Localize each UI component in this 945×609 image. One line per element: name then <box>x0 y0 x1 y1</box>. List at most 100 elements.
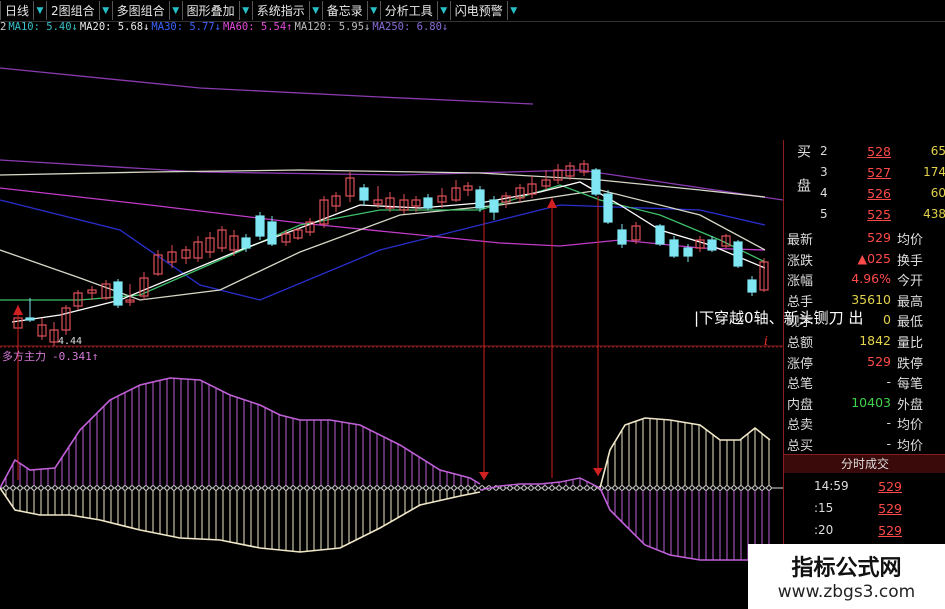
zero-marker <box>171 485 177 491</box>
zero-marker <box>304 485 310 491</box>
quote-label-2: 每笔 <box>897 377 924 393</box>
zero-marker <box>185 485 191 491</box>
ma-line <box>0 67 534 105</box>
zero-marker <box>696 485 702 491</box>
quote-label-2: 外盘 <box>897 397 924 413</box>
quote-row: 最新 529 均价 <box>784 228 945 248</box>
zero-marker <box>269 485 275 491</box>
candle-body <box>617 229 627 245</box>
quote-row: 总笔 - 每笔 <box>784 372 945 392</box>
zero-marker <box>381 485 387 491</box>
zero-marker <box>437 485 443 491</box>
quote-label-2: 跌停 <box>897 356 924 372</box>
orderbook-row[interactable]: 4 526 60 <box>784 184 945 204</box>
zero-marker <box>318 485 324 491</box>
zero-marker <box>465 485 471 491</box>
orderbook-price: 525 <box>867 207 891 222</box>
quote-label-2: 今开 <box>897 274 924 290</box>
zero-marker <box>731 485 737 491</box>
orderbook-row[interactable]: 2 528 65 <box>784 142 945 162</box>
zero-marker <box>24 485 30 491</box>
zero-marker <box>423 485 429 491</box>
zero-marker <box>577 485 583 491</box>
zero-marker <box>654 485 660 491</box>
zero-marker <box>542 485 548 491</box>
quote-value: 529 <box>867 230 891 245</box>
orderbook-row[interactable]: 3 527 174 <box>784 163 945 183</box>
zero-marker <box>395 485 401 491</box>
orderbook-price: 526 <box>867 186 891 201</box>
arrow-down-icon <box>479 472 489 480</box>
zero-marker <box>472 485 478 491</box>
zero-marker <box>122 485 128 491</box>
quote-label: 总卖 <box>787 418 814 434</box>
quote-label: 最新 <box>787 233 814 248</box>
zero-marker <box>262 485 268 491</box>
candle-body <box>591 169 601 195</box>
zero-marker <box>535 485 541 491</box>
tick-price: 529 <box>878 523 902 538</box>
zero-marker <box>640 485 646 491</box>
zero-marker <box>80 485 86 491</box>
quote-row: 总卖 - 均价 <box>784 413 945 433</box>
zero-marker <box>388 485 394 491</box>
zero-marker <box>325 485 331 491</box>
zero-marker <box>416 485 422 491</box>
zero-marker <box>444 485 450 491</box>
zero-marker <box>129 485 135 491</box>
zero-marker <box>668 485 674 491</box>
zero-marker <box>227 485 233 491</box>
zero-marker <box>507 485 513 491</box>
zero-marker <box>255 485 261 491</box>
zero-marker <box>549 485 555 491</box>
zero-marker <box>528 485 534 491</box>
quote-value: 529 <box>867 353 891 369</box>
quote-value: 35610 <box>851 291 891 307</box>
candle-body <box>669 239 679 257</box>
zero-marker <box>94 485 100 491</box>
ma-line <box>0 159 783 201</box>
candle-body <box>255 215 265 237</box>
zero-marker <box>3 485 9 491</box>
zero-marker <box>157 485 163 491</box>
zero-marker <box>402 485 408 491</box>
zero-marker <box>199 485 205 491</box>
watermark-title: 指标公式网 <box>791 556 902 581</box>
zero-marker <box>241 485 247 491</box>
quote-value: - <box>886 374 891 390</box>
candle-body <box>359 187 369 201</box>
orderbook-vol: 438 <box>923 207 945 221</box>
ma-line <box>0 187 766 251</box>
indicator-envelope <box>0 377 481 489</box>
quote-row: 涨停 529 跌停 <box>784 352 945 372</box>
quote-value: 0 <box>883 312 891 328</box>
quote-row: 总手 35610 最高 <box>784 290 945 310</box>
indicator-title: 多方主力 -0.341↑ <box>2 348 98 364</box>
zero-marker <box>759 485 765 491</box>
zero-marker <box>451 485 457 491</box>
low-price-value: 4.44 <box>58 336 83 347</box>
info-icon: i <box>764 334 768 348</box>
orderbook-price: 527 <box>867 165 891 180</box>
zero-marker <box>710 485 716 491</box>
quote-panel: 买盘 2 528 65 3 527 174 4 526 60 5 525 438 最新 529 均价 涨跌 ▲… <box>783 140 945 609</box>
zero-marker <box>234 485 240 491</box>
zero-marker <box>192 485 198 491</box>
orderbook-price: 528 <box>867 144 891 159</box>
quote-row: 内盘 10403 外盘 <box>784 393 945 413</box>
candle-body <box>707 239 717 251</box>
kline-chart[interactable]: i <box>0 0 783 609</box>
orderbook-row[interactable]: 5 525 438 <box>784 205 945 225</box>
tick-time: 14:59 <box>814 479 849 493</box>
zero-marker <box>66 485 72 491</box>
ticks-title[interactable]: 分时成交 <box>784 454 945 473</box>
orderbook-vol: 60 <box>930 186 945 200</box>
quote-label-2: 最低 <box>897 315 924 331</box>
arrow-up-icon <box>547 198 557 208</box>
zero-marker <box>619 485 625 491</box>
quote-label: 涨跌 <box>787 253 814 269</box>
zero-marker <box>213 485 219 491</box>
zero-marker <box>38 485 44 491</box>
zero-marker <box>290 485 296 491</box>
zero-marker <box>108 485 114 491</box>
